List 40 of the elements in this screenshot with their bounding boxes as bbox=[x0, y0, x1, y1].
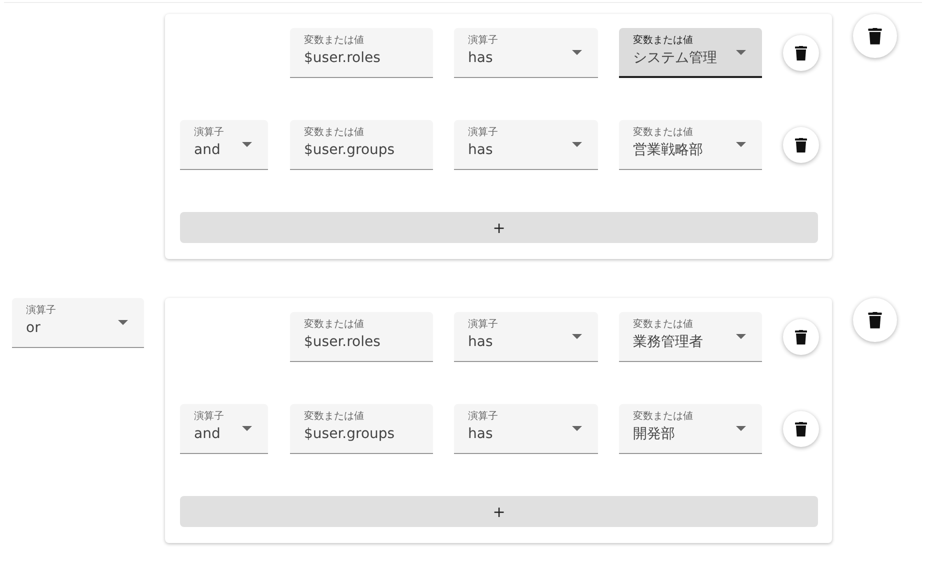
delete-button[interactable] bbox=[783, 35, 819, 71]
operator-select[interactable]: 演算子 has bbox=[454, 28, 598, 78]
trash-icon bbox=[795, 138, 807, 152]
add-condition-button[interactable]: + bbox=[180, 212, 818, 243]
connector-select[interactable]: 演算子 and bbox=[180, 120, 268, 170]
variable-field[interactable]: 変数または値 $user.roles bbox=[290, 312, 433, 362]
caret-icon bbox=[572, 50, 582, 55]
caret-icon bbox=[736, 142, 746, 147]
operator-select[interactable]: 演算子 has bbox=[454, 120, 598, 170]
connector-select[interactable]: 演算子 and bbox=[180, 404, 268, 454]
variable-field[interactable]: 変数または値 $user.groups bbox=[290, 404, 433, 454]
caret-icon bbox=[242, 426, 252, 431]
trash-icon bbox=[795, 330, 807, 344]
delete-button[interactable] bbox=[853, 14, 897, 58]
operator-select[interactable]: 演算子 has bbox=[454, 404, 598, 454]
caret-icon bbox=[572, 334, 582, 339]
caret-icon bbox=[736, 334, 746, 339]
delete-button[interactable] bbox=[783, 127, 819, 163]
operator-select[interactable]: 演算子 has bbox=[454, 312, 598, 362]
caret-icon bbox=[242, 142, 252, 147]
add-condition-button[interactable]: + bbox=[180, 496, 818, 527]
value-select[interactable]: 変数または値 業務管理者 bbox=[619, 312, 762, 362]
caret-icon bbox=[736, 50, 746, 55]
operator-select[interactable]: 演算子 or bbox=[12, 298, 144, 348]
delete-button[interactable] bbox=[783, 411, 819, 447]
value-select[interactable]: 変数または値 営業戦略部 bbox=[619, 120, 762, 170]
caret-icon bbox=[736, 426, 746, 431]
trash-icon bbox=[868, 28, 882, 44]
value-select[interactable]: 変数または値 開発部 bbox=[619, 404, 762, 454]
trash-icon bbox=[868, 312, 882, 328]
caret-icon bbox=[572, 142, 582, 147]
caret-icon bbox=[572, 426, 582, 431]
value-select[interactable]: 変数または値 システム管理 bbox=[619, 28, 762, 78]
caret-icon bbox=[118, 320, 128, 325]
delete-button[interactable] bbox=[853, 298, 897, 342]
delete-button[interactable] bbox=[783, 319, 819, 355]
trash-icon bbox=[795, 422, 807, 436]
variable-field[interactable]: 変数または値 $user.roles bbox=[290, 28, 433, 78]
variable-field[interactable]: 変数または値 $user.groups bbox=[290, 120, 433, 170]
trash-icon bbox=[795, 46, 807, 60]
